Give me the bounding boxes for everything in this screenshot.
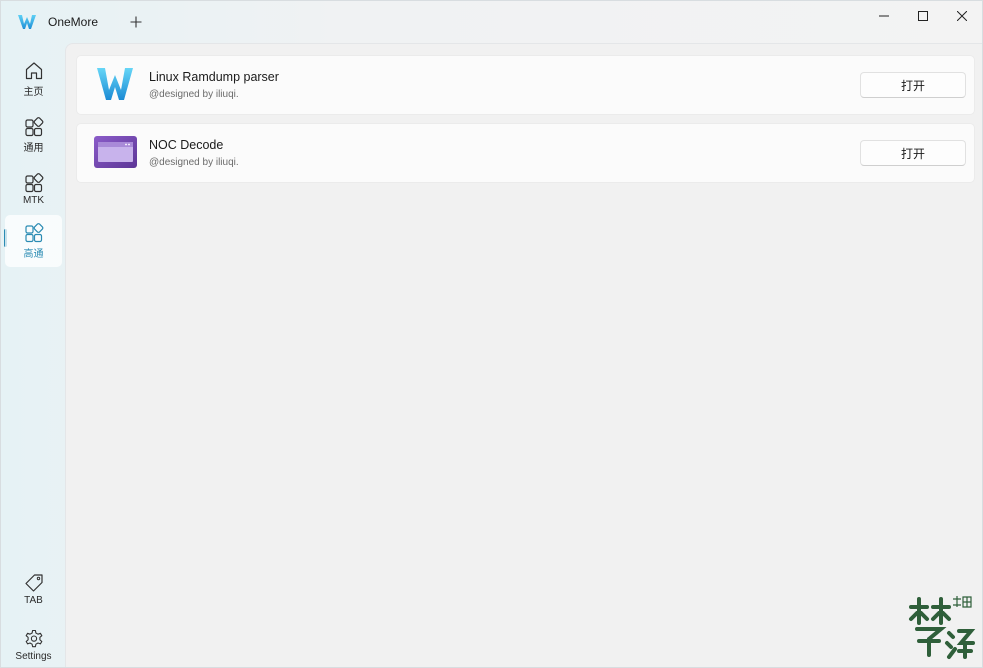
home-icon: [25, 62, 42, 80]
apps-icon: [24, 117, 43, 137]
sidebar: 主页 通用 MTK 高通 TAB Settings: [1, 43, 65, 667]
tag-icon: [24, 574, 43, 592]
sidebar-item-label: TAB: [24, 595, 43, 606]
close-button[interactable]: [939, 1, 982, 31]
close-icon: [957, 11, 967, 21]
app-logo-icon: [18, 15, 36, 29]
new-tab-button[interactable]: [125, 11, 147, 33]
minimize-icon: [879, 15, 889, 17]
apps-icon: [24, 223, 43, 243]
tool-card: NOC Decode @designed by iliuqi. 打开: [76, 123, 975, 183]
sidebar-item-label: 通用: [23, 143, 44, 154]
apps-icon: [24, 173, 43, 193]
app-title: OneMore: [48, 15, 99, 29]
sidebar-item-home[interactable]: 主页: [5, 53, 62, 105]
open-button[interactable]: 打开: [860, 140, 966, 166]
sidebar-item-label: MTK: [22, 195, 45, 206]
sidebar-item-tab[interactable]: TAB: [5, 565, 62, 617]
app-window: OneMore 主页 通用 MTK 高通 TAB Settings Linux …: [0, 0, 983, 668]
sidebar-item-settings[interactable]: Settings: [5, 621, 62, 667]
main-content: Linux Ramdump parser @designed by iliuqi…: [65, 43, 982, 667]
tool-title: Linux Ramdump parser: [149, 70, 279, 84]
title-bar: OneMore: [1, 1, 982, 43]
maximize-icon: [918, 11, 928, 21]
sidebar-item-label: Settings: [15, 651, 52, 662]
sidebar-item-qualcomm[interactable]: 高通: [5, 215, 62, 267]
gear-icon: [25, 629, 42, 648]
purple-window-icon: [94, 136, 137, 168]
sidebar-item-label: 高通: [23, 249, 44, 260]
tool-subtitle: @designed by iliuqi.: [149, 157, 239, 168]
open-button[interactable]: 打开: [860, 72, 966, 98]
sidebar-item-label: 主页: [23, 87, 44, 98]
plus-icon: [130, 16, 142, 28]
tool-card: Linux Ramdump parser @designed by iliuqi…: [76, 55, 975, 115]
tool-subtitle: @designed by iliuqi.: [149, 89, 239, 100]
sidebar-item-mtk[interactable]: MTK: [5, 165, 62, 217]
watermark-seal-icon: [909, 596, 976, 659]
w-logo-icon: [97, 68, 133, 100]
sidebar-item-general[interactable]: 通用: [5, 109, 62, 161]
tool-title: NOC Decode: [149, 138, 224, 152]
